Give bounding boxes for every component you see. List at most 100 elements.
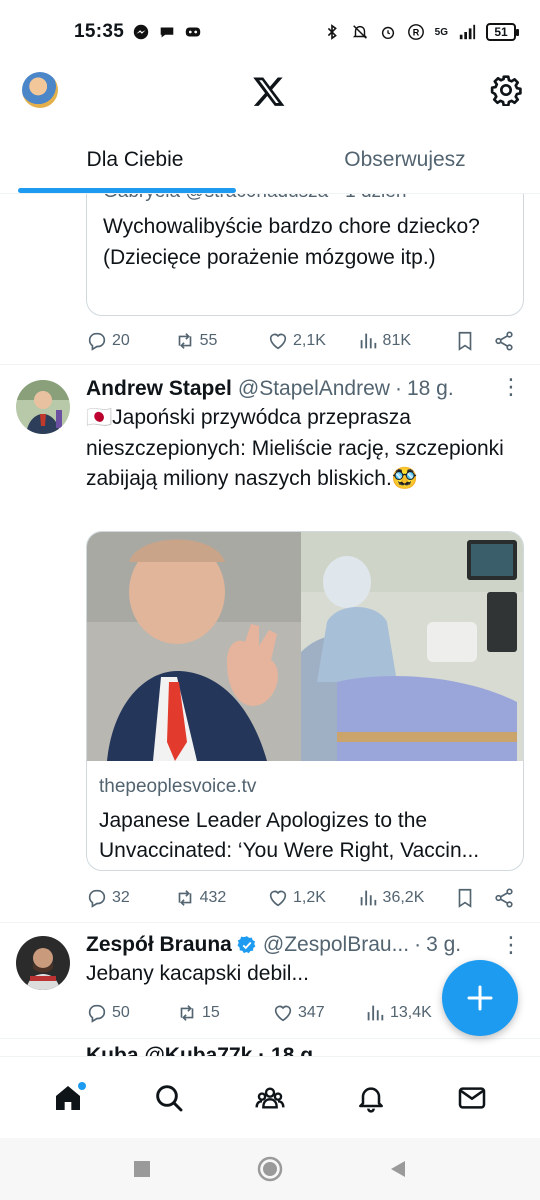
tab-label: Dla Ciebie [86, 147, 184, 171]
author-name[interactable]: Andrew Stapel [86, 377, 232, 401]
compose-post-button[interactable] [442, 960, 518, 1036]
x-logo-icon[interactable] [252, 74, 286, 108]
bookmark-icon [458, 888, 472, 908]
nav-search[interactable] [139, 1068, 199, 1128]
bluetooth-icon [327, 24, 337, 40]
system-navigation-bar [0, 1138, 540, 1200]
views-icon [367, 1005, 384, 1021]
verified-badge-icon [237, 936, 256, 954]
post-age: 3 g. [426, 933, 462, 956]
share-button[interactable] [493, 330, 522, 352]
share-icon [495, 888, 513, 908]
link-title: Japanese Leader Apologizes to the Unvacc… [99, 806, 517, 866]
link-title-line: Unvaccinated: ‘You Were Right, Vaccin... [99, 839, 480, 862]
post-age: 18 g. [406, 377, 454, 400]
reply-count: 20 [112, 332, 130, 349]
status-time: 15:35 [74, 21, 125, 42]
repost-icon [178, 890, 191, 906]
status-bar: 15:35 R 5G 51 [0, 0, 540, 64]
recents-button[interactable] [128, 1155, 156, 1183]
like-button[interactable]: 2,1K [267, 330, 357, 352]
quoted-post-text: Wychowalibyście bardzo chore dziecko? (D… [103, 215, 480, 269]
repost-button[interactable]: 15 [176, 1002, 272, 1024]
more-options-icon[interactable]: ⋮ [500, 376, 522, 402]
back-button[interactable] [384, 1155, 412, 1183]
share-button[interactable] [493, 887, 522, 909]
nav-communities[interactable] [240, 1068, 300, 1128]
author-handle[interactable]: @ZespolBrau... [263, 933, 409, 957]
like-count: 2,1K [293, 332, 326, 349]
settings-gear-icon[interactable] [490, 74, 522, 106]
views-button[interactable]: 81K [357, 330, 454, 352]
like-count: 1,2K [293, 889, 326, 906]
like-button[interactable]: 1,2K [267, 887, 357, 909]
post-text: 🇯🇵Japoński przywódca przeprasza nieszcze… [86, 406, 504, 490]
post-header: Andrew Stapel @StapelAndrew · 18 g. [86, 377, 454, 401]
chat-icon [160, 27, 174, 38]
nav-home[interactable] [38, 1068, 98, 1128]
battery-icon: 51 [486, 23, 519, 41]
avatar[interactable] [16, 936, 70, 990]
reply-icon [88, 1004, 106, 1023]
bookmark-icon [458, 331, 472, 351]
alarm-icon [381, 26, 394, 40]
reply-button[interactable]: 32 [86, 887, 174, 909]
repost-icon [178, 333, 191, 349]
discord-icon [185, 27, 201, 37]
profile-avatar[interactable] [22, 72, 58, 108]
views-button[interactable]: 36,2K [357, 887, 454, 909]
avatar-image [16, 380, 70, 434]
top-bar [0, 64, 540, 120]
mute-icon [352, 25, 367, 39]
bookmark-button[interactable] [454, 330, 493, 352]
repost-button[interactable]: 432 [174, 887, 267, 909]
tab-for-you[interactable]: Dla Ciebie [0, 130, 270, 193]
views-count: 36,2K [382, 889, 425, 906]
nav-messages[interactable] [442, 1068, 502, 1128]
views-count: 13,4K [390, 1004, 432, 1021]
post-actions: 32 432 1,2K 36,2K [86, 883, 522, 913]
reply-icon [88, 332, 106, 351]
reply-icon [88, 889, 106, 908]
link-preview-image [87, 532, 523, 761]
link-preview-card[interactable]: thepeoplesvoice.tv Japanese Leader Apolo… [86, 531, 524, 871]
plus-icon [467, 985, 493, 1011]
avatar-image [16, 936, 70, 990]
reply-button[interactable]: 50 [86, 1002, 176, 1024]
views-icon [360, 890, 376, 906]
post-header: Zespół Brauna @ZespolBrau... · 3 g. [86, 933, 462, 957]
repost-count: 432 [199, 889, 227, 906]
tab-label: Obserwujesz [344, 147, 466, 171]
like-button[interactable]: 347 [272, 1002, 364, 1024]
reply-count: 50 [112, 1004, 130, 1021]
reply-count: 32 [112, 889, 130, 906]
like-count: 347 [298, 1004, 325, 1021]
author-name[interactable]: Zespół Brauna [86, 933, 232, 957]
reply-button[interactable]: 20 [86, 330, 174, 352]
tab-following[interactable]: Obserwujesz [270, 130, 540, 193]
post-actions: 20 55 2,1K 81K [86, 326, 522, 356]
more-options-icon[interactable]: ⋮ [500, 934, 522, 960]
home-system-button[interactable] [256, 1155, 284, 1183]
repost-count: 55 [199, 332, 218, 349]
timeline-tabs: Dla Ciebie Obserwujesz [0, 130, 540, 194]
messenger-icon [133, 24, 149, 40]
active-tab-indicator [18, 188, 236, 193]
post-divider [0, 922, 540, 923]
bell-icon [358, 1086, 383, 1113]
avatar[interactable] [16, 380, 70, 434]
repost-button[interactable]: 55 [174, 330, 267, 352]
repost-icon [180, 1005, 194, 1021]
bookmark-button[interactable] [454, 887, 493, 909]
mail-icon [458, 1086, 485, 1109]
author-handle[interactable]: @StapelAndrew [238, 377, 390, 401]
link-title-line: Japanese Leader Apologizes to the [99, 809, 428, 832]
post-header: Kuba @Kuba77k · 18 g. [86, 1046, 319, 1056]
search-icon [156, 1084, 183, 1111]
nav-notifications[interactable] [341, 1068, 401, 1128]
communities-icon [255, 1086, 285, 1109]
link-domain: thepeoplesvoice.tv [99, 776, 257, 797]
author-name[interactable]: Kuba @Kuba77k · 18 g. [86, 1046, 319, 1056]
heart-icon [274, 1005, 292, 1022]
repost-count: 15 [202, 1004, 220, 1021]
